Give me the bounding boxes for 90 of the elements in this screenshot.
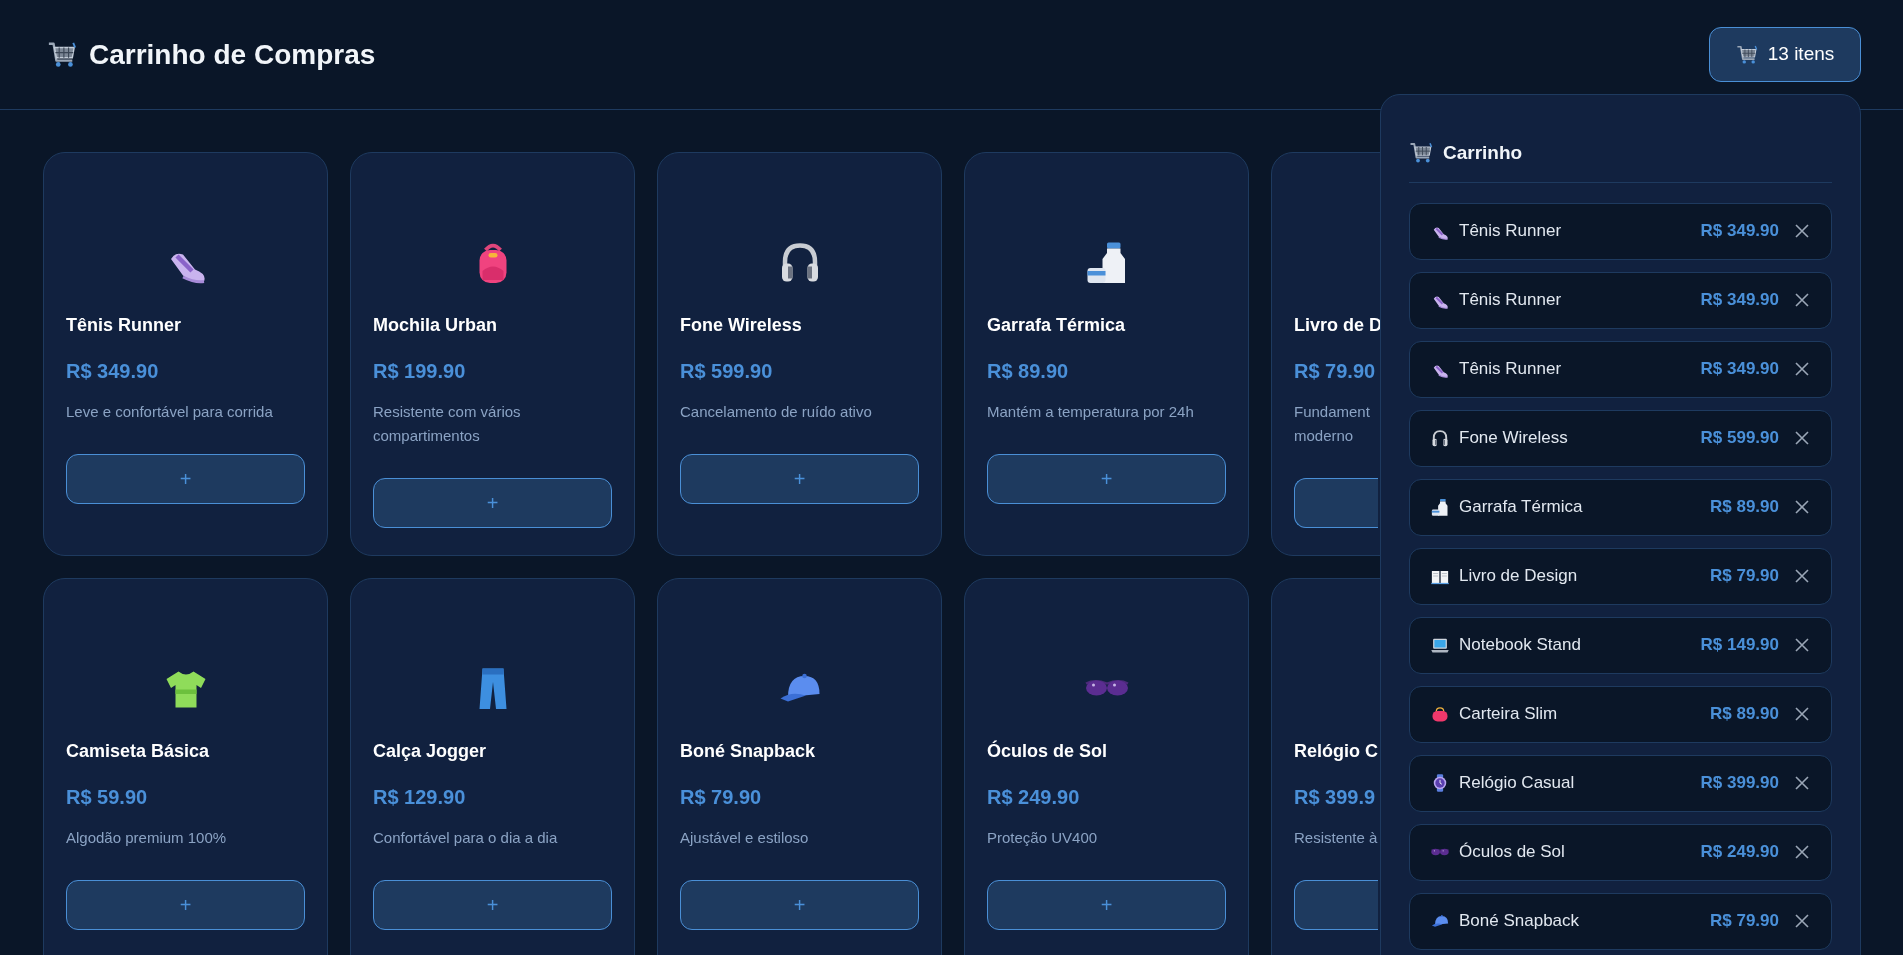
page-title: Carrinho de Compras <box>89 37 376 72</box>
remove-button[interactable] <box>1793 843 1811 861</box>
product-name: Camiseta Básica <box>66 740 210 763</box>
product-name: Calça Jogger <box>373 740 487 763</box>
close-icon <box>1794 361 1810 377</box>
product-price: R$ 129.90 <box>373 785 466 810</box>
cart-item-price: R$ 599.90 <box>1700 427 1779 450</box>
product-name: Boné Snapback <box>680 740 816 763</box>
product-description: Fundament moderno <box>1294 402 1370 446</box>
product-name: Mochila Urban <box>373 314 497 337</box>
cart-item-price: R$ 79.90 <box>1710 565 1779 588</box>
cart-item-name: Livro de Design <box>1459 565 1578 588</box>
remove-button[interactable] <box>1793 636 1811 654</box>
product-price: R$ 249.90 <box>987 785 1080 810</box>
remove-button[interactable] <box>1793 567 1811 585</box>
remove-button[interactable] <box>1793 498 1811 516</box>
close-icon <box>1794 706 1810 722</box>
cart-item-name: Notebook Stand <box>1459 634 1581 657</box>
product-price: R$ 79.90 <box>680 785 762 810</box>
cart-item-price: R$ 349.90 <box>1700 289 1779 312</box>
cart-item-price: R$ 89.90 <box>1710 496 1779 519</box>
product-description: Proteção UV400 <box>987 828 1098 848</box>
remove-button[interactable] <box>1793 360 1811 378</box>
product-price: R$ 199.90 <box>373 359 466 384</box>
product-description: Leve e confortável para corrida <box>66 402 273 422</box>
cart-item-price: R$ 399.90 <box>1700 772 1779 795</box>
cart-item-name: Tênis Runner <box>1459 358 1562 381</box>
headphones-icon <box>1430 428 1450 448</box>
cart-item-price: R$ 149.90 <box>1700 634 1779 657</box>
product-name: Garrafa Térmica <box>987 314 1126 337</box>
cart-item-name: Carteira Slim <box>1459 703 1558 726</box>
cart-item-price: R$ 249.90 <box>1700 841 1779 864</box>
add-button[interactable]: + <box>987 880 1226 930</box>
product-price: R$ 89.90 <box>987 359 1069 384</box>
remove-button[interactable] <box>1793 222 1811 240</box>
close-icon <box>1794 430 1810 446</box>
add-button[interactable]: + <box>373 478 612 528</box>
cart-item-name: Tênis Runner <box>1459 289 1562 312</box>
purse-icon <box>1430 704 1450 724</box>
product-price: R$ 599.90 <box>680 359 773 384</box>
remove-button[interactable] <box>1793 912 1811 930</box>
add-button[interactable]: + <box>373 880 612 930</box>
cart-icon <box>1735 43 1758 66</box>
cart-item-name: Relógio Casual <box>1459 772 1575 795</box>
add-button[interactable]: + <box>680 454 919 504</box>
cart-button[interactable]: 13 itens <box>1709 27 1861 82</box>
product-name: Óculos de Sol <box>987 739 1108 763</box>
remove-button[interactable] <box>1793 291 1811 309</box>
remove-button[interactable] <box>1793 429 1811 447</box>
product-description: Confortável para o dia a dia <box>373 828 558 848</box>
cart-item-price: R$ 349.90 <box>1700 220 1779 243</box>
cart-item-name: Boné Snapback <box>1459 910 1580 933</box>
close-icon <box>1794 775 1810 791</box>
close-icon <box>1794 568 1810 584</box>
add-button[interactable]: + <box>66 880 305 930</box>
cart-item-name: Tênis Runner <box>1459 220 1562 243</box>
bottle-icon <box>1430 497 1450 517</box>
product-name: Tênis Runner <box>66 314 181 337</box>
product-name: Fone Wireless <box>680 314 802 337</box>
cart-item-name: Óculos de Sol <box>1459 841 1565 864</box>
close-icon <box>1794 223 1810 239</box>
add-button[interactable]: + <box>680 880 919 930</box>
cart-item-price: R$ 89.90 <box>1710 703 1779 726</box>
cart-title: Carrinho <box>1443 141 1523 165</box>
product-description: Cancelamento de ruído ativo <box>680 402 872 422</box>
product-description: Ajustável e estiloso <box>680 828 809 848</box>
add-button[interactable]: + <box>987 454 1226 504</box>
cart-item-price: R$ 349.90 <box>1700 358 1779 381</box>
close-icon <box>1794 292 1810 308</box>
close-icon <box>1794 913 1810 929</box>
remove-button[interactable] <box>1793 705 1811 723</box>
remove-button[interactable] <box>1793 774 1811 792</box>
product-price: R$ 59.90 <box>66 785 148 810</box>
close-icon <box>1794 499 1810 515</box>
product-name: Relógio C <box>1294 740 1378 763</box>
product-price: R$ 349.90 <box>66 359 159 384</box>
product-description: Resistente à <box>1294 828 1378 848</box>
close-icon <box>1794 844 1810 860</box>
product-description: Resistente com vários compartimentos <box>373 402 522 446</box>
close-icon <box>1794 637 1810 653</box>
cart-item-name: Garrafa Térmica <box>1459 496 1583 519</box>
product-description: Algodão premium 100% <box>66 828 227 848</box>
product-price: R$ 79.90 <box>1294 359 1376 384</box>
add-button[interactable] <box>1294 880 1378 930</box>
add-button[interactable] <box>1294 478 1378 528</box>
product-description: Mantém a temperatura por 24h <box>987 402 1194 422</box>
product-price: R$ 399.9 <box>1294 785 1376 810</box>
add-button[interactable]: + <box>66 454 305 504</box>
cart-item-price: R$ 79.90 <box>1710 910 1779 933</box>
cart-item-name: Fone Wireless <box>1459 427 1568 450</box>
